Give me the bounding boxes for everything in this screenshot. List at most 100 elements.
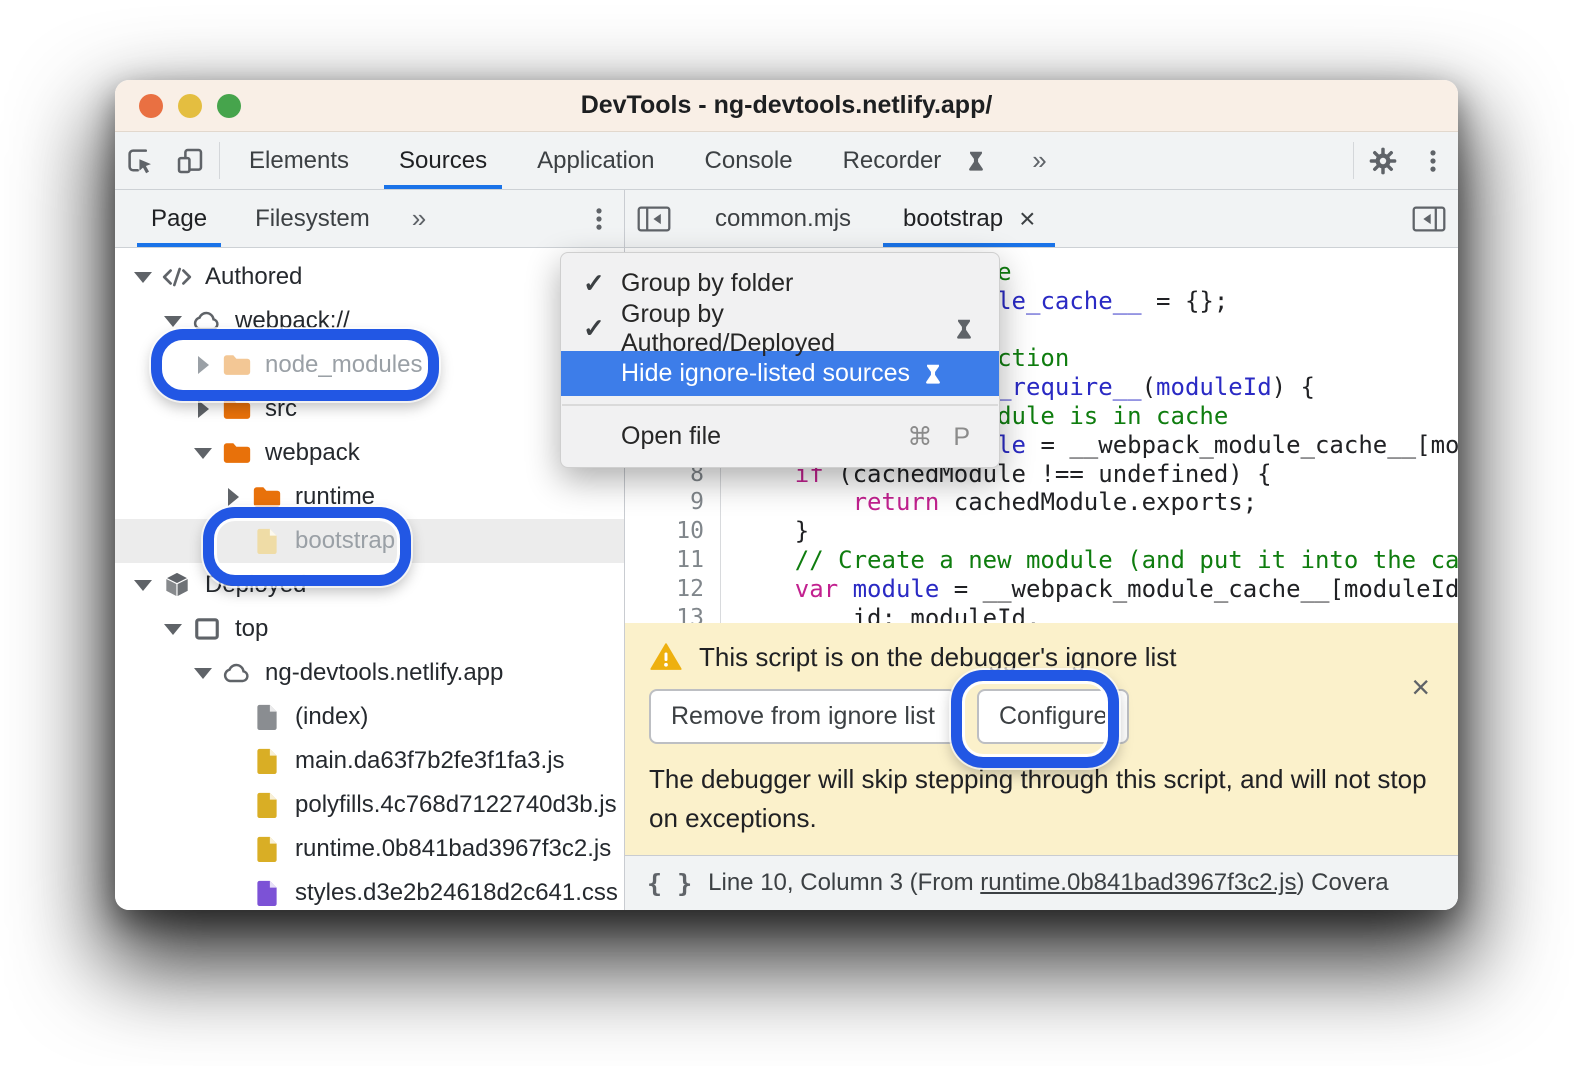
- more-panels-button[interactable]: »: [1014, 132, 1064, 189]
- source-map-link[interactable]: runtime.0b841bad3967f3c2.js: [980, 869, 1296, 897]
- tab-application[interactable]: Application: [512, 132, 679, 189]
- line-number[interactable]: 10: [625, 517, 721, 546]
- cursor-position: Line 10, Column 3: [708, 869, 903, 897]
- editor-tab-bootstrap[interactable]: bootstrap ×: [877, 190, 1061, 247]
- sidebar-tab-page[interactable]: Page: [127, 190, 231, 247]
- code-text: var module = __webpack_module_cache__[mo…: [721, 575, 1458, 604]
- tab-sources[interactable]: Sources: [374, 132, 512, 189]
- line-number[interactable]: 12: [625, 575, 721, 604]
- experiment-flask-icon: [963, 148, 989, 174]
- toggle-navigator-button[interactable]: [625, 190, 683, 247]
- code-line: 13 id: moduleId,: [625, 604, 1458, 623]
- tree-item-index[interactable]: (index): [115, 695, 624, 739]
- pretty-print-icon[interactable]: { }: [647, 869, 692, 898]
- settings-button[interactable]: [1358, 132, 1408, 189]
- editor-tabbar: common.mjs bootstrap ×: [625, 190, 1458, 248]
- remove-from-ignore-list-button[interactable]: Remove from ignore list: [649, 689, 957, 744]
- main-tabs: ElementsSourcesApplication Console Recorde…: [224, 132, 1014, 189]
- code-text: return cachedModule.exports;: [721, 488, 1257, 517]
- sidebar-tab-label: Page: [151, 205, 207, 233]
- menu-item-label: Group by folder: [621, 269, 793, 298]
- traffic-lights: [139, 94, 241, 118]
- sidebar-tab-label: Filesystem: [255, 205, 370, 233]
- menu-item-label: Open file: [621, 422, 721, 451]
- tree-item-label: ng-devtools.netlify.app: [265, 659, 503, 687]
- tree-item-main-da63f7b2fe3f1fa3-js[interactable]: main.da63f7b2fe3f1fa3.js: [115, 739, 624, 783]
- experiment-flask-icon: [920, 361, 946, 387]
- navigator-menu-button[interactable]: [574, 190, 624, 247]
- menu-item-label: Hide ignore-listed sources: [621, 359, 910, 388]
- code-text: }: [721, 517, 809, 546]
- code-line: 9 return cachedModule.exports;: [625, 488, 1458, 517]
- tab-label: Console: [705, 147, 793, 175]
- sidebar-tab-filesystem[interactable]: Filesystem: [231, 190, 394, 247]
- toggle-debugger-sidebar-button[interactable]: [1400, 190, 1458, 247]
- file-icon: [251, 790, 283, 820]
- menu-item-group-by-authored-deployed[interactable]: ✓Group by Authored/Deployed: [561, 306, 999, 351]
- line-number[interactable]: 11: [625, 546, 721, 575]
- tab-console[interactable]: Console: [680, 132, 818, 189]
- menu-item-label: Group by Authored/Deployed: [621, 300, 941, 358]
- kebab-menu-icon: [1420, 148, 1446, 174]
- tree-item-label: (index): [295, 703, 368, 731]
- device-toolbar-button[interactable]: [165, 132, 215, 189]
- coverage-text: ) Covera: [1297, 869, 1389, 897]
- disclosure-closed-icon[interactable]: [219, 488, 247, 506]
- toolbar-divider-right: [1353, 142, 1354, 179]
- tree-item-styles-d3e2b24618d2c641-css[interactable]: styles.d3e2b24618d2c641.css: [115, 871, 624, 910]
- tree-item-webpack[interactable]: webpack: [115, 431, 624, 475]
- folder-icon: [221, 438, 253, 468]
- status-bar: { } Line 10, Column 3 (From runtime.0b84…: [625, 855, 1458, 910]
- disclosure-closed-icon[interactable]: [189, 400, 217, 418]
- banner-title: This script is on the debugger's ignore …: [699, 642, 1177, 673]
- frame-icon: [191, 614, 223, 644]
- tree-item-ng-devtools-netlify-app[interactable]: ng-devtools.netlify.app: [115, 651, 624, 695]
- disclosure-open-icon[interactable]: [129, 580, 157, 591]
- inspect-element-button[interactable]: [115, 132, 165, 189]
- devtools-menu-button[interactable]: [1408, 132, 1458, 189]
- warning-icon: [649, 641, 683, 673]
- line-number[interactable]: 9: [625, 488, 721, 517]
- minimize-window-button[interactable]: [178, 94, 202, 118]
- annotation-node-modules: [151, 329, 439, 401]
- disclosure-open-icon[interactable]: [189, 448, 217, 459]
- editor-tabbar-spacer: [1061, 190, 1400, 247]
- editor-tab-label: common.mjs: [715, 205, 851, 233]
- checkmark-icon: ✓: [583, 268, 621, 299]
- cube-icon: [161, 570, 193, 600]
- tab-elements[interactable]: Elements: [224, 132, 374, 189]
- editor-tab-label: bootstrap: [903, 205, 1003, 233]
- navigator-tabbar: Page Filesystem »: [115, 190, 624, 248]
- tree-item-label: webpack: [265, 439, 360, 467]
- code-text: // Create a new module (and put it into …: [721, 546, 1458, 575]
- zoom-window-button[interactable]: [217, 94, 241, 118]
- editor-tab-common-mjs[interactable]: common.mjs: [689, 190, 877, 247]
- close-tab-icon[interactable]: ×: [1019, 205, 1035, 233]
- disclosure-open-icon[interactable]: [159, 624, 187, 635]
- menu-item-hide-ignore-listed-sources[interactable]: Hide ignore-listed sources: [561, 351, 999, 396]
- menu-shortcut: ⌘ P: [907, 422, 977, 452]
- tab-label: Recorder: [843, 147, 942, 175]
- tree-item-authored[interactable]: Authored: [115, 255, 624, 299]
- disclosure-open-icon[interactable]: [189, 668, 217, 679]
- devtools-window: DevTools - ng-devtools.netlify.app/ Elem…: [115, 80, 1458, 910]
- disclosure-open-icon[interactable]: [129, 272, 157, 283]
- checkmark-icon: ✓: [583, 313, 621, 344]
- tree-item-polyfills-4c768d7122740d3b-js[interactable]: polyfills.4c768d7122740d3b.js: [115, 783, 624, 827]
- tree-item-label: Authored: [205, 263, 302, 291]
- line-number[interactable]: 13: [625, 604, 721, 623]
- tab-recorder[interactable]: Recorder: [818, 132, 1015, 189]
- disclosure-open-icon[interactable]: [159, 316, 187, 327]
- tree-item-label: top: [235, 615, 268, 643]
- tree-item-top[interactable]: top: [115, 607, 624, 651]
- toolbar-divider: [219, 142, 220, 179]
- tree-item-runtime-0b841bad3967f3c2-js[interactable]: runtime.0b841bad3967f3c2.js: [115, 827, 624, 871]
- close-window-button[interactable]: [139, 94, 163, 118]
- banner-close-icon[interactable]: ×: [1411, 671, 1430, 703]
- navigator-more-tabs-button[interactable]: »: [394, 190, 444, 247]
- menu-item-open-file[interactable]: Open file ⌘ P: [561, 414, 999, 459]
- code-icon: [161, 262, 193, 292]
- file-icon: [251, 702, 283, 732]
- experiment-flask-icon: [951, 316, 977, 342]
- banner-title-row: This script is on the debugger's ignore …: [649, 641, 1434, 673]
